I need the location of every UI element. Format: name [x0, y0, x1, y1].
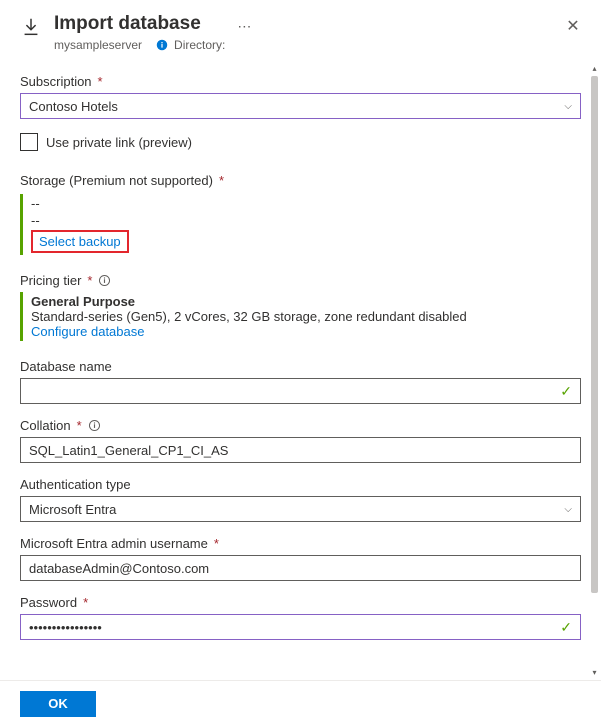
- collation-label: Collation*: [20, 418, 581, 433]
- chevron-down-icon: ⌵: [564, 504, 572, 515]
- form-area: Subscription* Contoso Hotels ⌵ Use priva…: [0, 60, 601, 680]
- info-icon: [156, 39, 168, 51]
- field-password: Password* •••••••••••••••• ✓: [20, 595, 581, 640]
- authtype-label: Authentication type: [20, 477, 581, 492]
- storage-block: -- -- Select backup: [20, 194, 581, 255]
- close-button[interactable]: ✕: [561, 14, 585, 38]
- panel-header: Import database mysampleserver Directory…: [0, 0, 601, 60]
- adminuser-label: Microsoft Entra admin username*: [20, 536, 581, 551]
- page-title: Import database: [54, 12, 225, 36]
- field-storage: Storage (Premium not supported)* -- -- S…: [20, 173, 581, 255]
- import-icon: [20, 16, 42, 41]
- authtype-value: Microsoft Entra: [29, 502, 116, 517]
- breadcrumb: mysampleserver Directory:: [54, 38, 225, 52]
- scroll-down-arrow[interactable]: ▾: [590, 666, 599, 678]
- required-star: *: [87, 273, 92, 288]
- check-icon: ✓: [560, 383, 572, 400]
- storage-line-1: --: [31, 196, 581, 211]
- subscription-value: Contoso Hotels: [29, 99, 118, 114]
- required-star: *: [83, 595, 88, 610]
- pricing-tier-desc: Standard-series (Gen5), 2 vCores, 32 GB …: [31, 309, 581, 324]
- required-star: *: [98, 74, 103, 89]
- pricing-block: General Purpose Standard-series (Gen5), …: [20, 292, 581, 341]
- scroll-up-arrow[interactable]: ▴: [590, 62, 599, 74]
- server-name: mysampleserver: [54, 38, 142, 52]
- select-backup-link[interactable]: Select backup: [31, 230, 129, 253]
- collation-input[interactable]: SQL_Latin1_General_CP1_CI_AS: [20, 437, 581, 463]
- subscription-select[interactable]: Contoso Hotels ⌵: [20, 93, 581, 119]
- private-link-row: Use private link (preview): [20, 133, 581, 151]
- adminuser-input[interactable]: databaseAdmin@Contoso.com: [20, 555, 581, 581]
- header-text: Import database mysampleserver Directory…: [54, 12, 225, 52]
- field-collation: Collation* SQL_Latin1_General_CP1_CI_AS: [20, 418, 581, 463]
- field-pricing: Pricing tier* General Purpose Standard-s…: [20, 273, 581, 341]
- field-dbname: Database name ✓: [20, 359, 581, 404]
- field-authtype: Authentication type Microsoft Entra ⌵: [20, 477, 581, 522]
- password-label: Password*: [20, 595, 581, 610]
- dbname-input[interactable]: ✓: [20, 378, 581, 404]
- storage-label: Storage (Premium not supported)*: [20, 173, 581, 188]
- footer: OK: [0, 680, 601, 726]
- chevron-down-icon: ⌵: [564, 101, 572, 112]
- info-icon[interactable]: [88, 419, 101, 432]
- password-value: ••••••••••••••••: [29, 620, 102, 635]
- adminuser-value: databaseAdmin@Contoso.com: [29, 561, 209, 576]
- configure-database-link[interactable]: Configure database: [31, 324, 144, 339]
- required-star: *: [219, 173, 224, 188]
- ok-button[interactable]: OK: [20, 691, 96, 717]
- field-subscription: Subscription* Contoso Hotels ⌵: [20, 74, 581, 119]
- scrollbar-thumb[interactable]: [591, 76, 598, 593]
- pricing-label: Pricing tier*: [20, 273, 581, 288]
- info-icon[interactable]: [98, 274, 111, 287]
- pricing-tier-name: General Purpose: [31, 294, 581, 309]
- storage-line-2: --: [31, 213, 581, 228]
- private-link-label: Use private link (preview): [46, 135, 192, 150]
- more-icon[interactable]: ⋯: [237, 18, 252, 35]
- dbname-label: Database name: [20, 359, 581, 374]
- directory-label: Directory:: [174, 38, 225, 52]
- field-adminuser: Microsoft Entra admin username* database…: [20, 536, 581, 581]
- private-link-checkbox[interactable]: [20, 133, 38, 151]
- scrollbar-track[interactable]: [590, 76, 599, 664]
- scrollbar[interactable]: ▴ ▾: [590, 62, 599, 678]
- collation-value: SQL_Latin1_General_CP1_CI_AS: [29, 443, 228, 458]
- required-star: *: [77, 418, 82, 433]
- authtype-select[interactable]: Microsoft Entra ⌵: [20, 496, 581, 522]
- subscription-label: Subscription*: [20, 74, 581, 89]
- password-input[interactable]: •••••••••••••••• ✓: [20, 614, 581, 640]
- required-star: *: [214, 536, 219, 551]
- check-icon: ✓: [560, 619, 572, 636]
